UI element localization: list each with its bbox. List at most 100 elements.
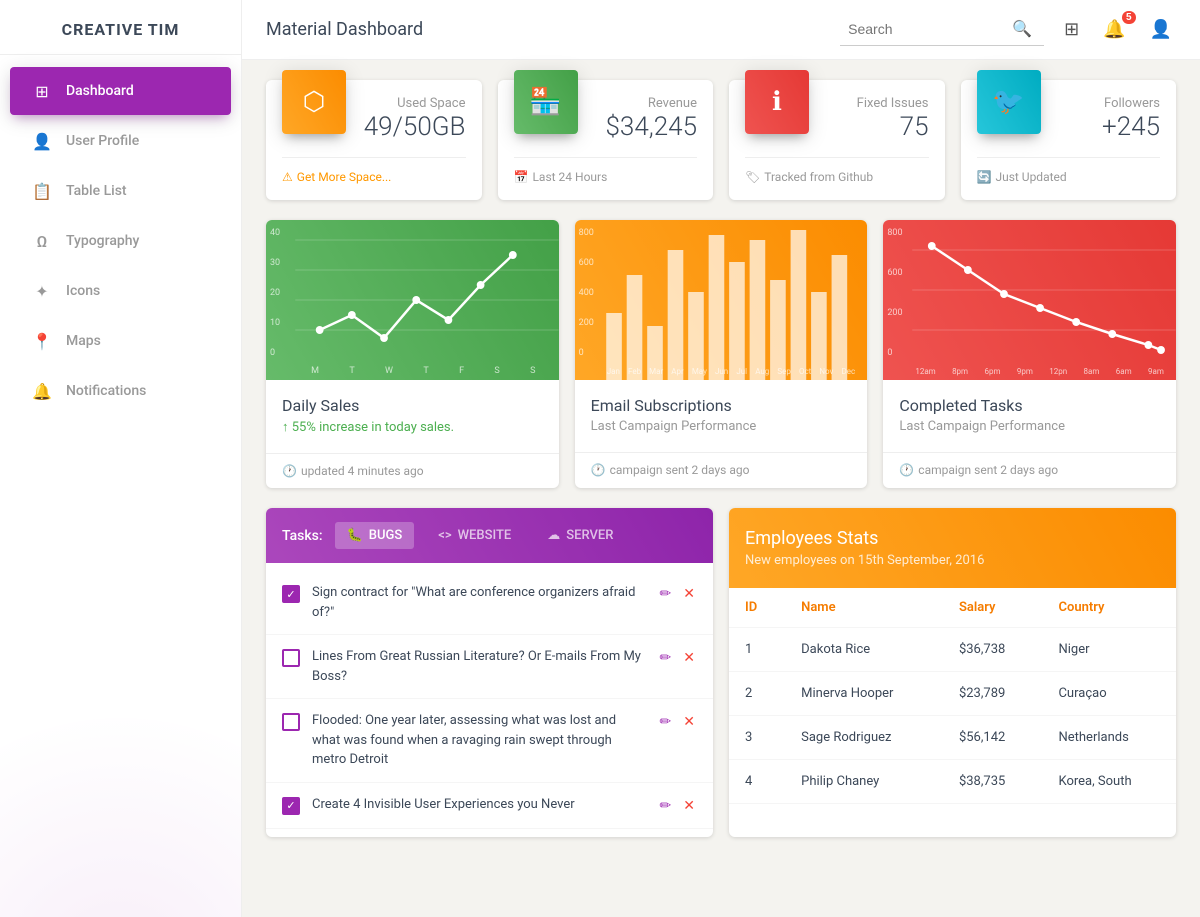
refresh-icon: 🔄 <box>977 170 992 184</box>
fixed-issues-label: Fixed Issues <box>825 96 929 111</box>
revenue-value: $34,245 <box>594 111 698 145</box>
task-checkbox-4[interactable] <box>282 797 300 815</box>
sidebar-item-maps[interactable]: 📍 Maps <box>10 317 231 365</box>
chart-email-subscriptions: 8006004002000 <box>575 220 868 488</box>
fixed-issues-icon-box: ℹ <box>745 70 809 134</box>
clock-icon-email: 🕐 <box>591 463 606 477</box>
chart-daily-sales: 403020100 <box>266 220 559 488</box>
table-row: 3Sage Rodriguez$56,142Netherlands <box>729 716 1176 760</box>
clock-icon: 🕐 <box>282 464 297 478</box>
table-cell-name: Sage Rodriguez <box>785 716 943 760</box>
email-footer: 🕐 campaign sent 2 days ago <box>575 452 868 487</box>
task-delete-button-3[interactable]: ✕ <box>681 711 697 732</box>
tasks-chart-title: Completed Tasks <box>899 396 1160 415</box>
warning-icon: ⚠ <box>282 170 293 184</box>
table-row: 2Minerva Hooper$23,789Curaçao <box>729 672 1176 716</box>
task-delete-button-4[interactable]: ✕ <box>681 795 697 816</box>
daily-sales-svg <box>266 220 559 380</box>
website-label: WEBSITE <box>458 528 512 543</box>
table-cell-salary: $56,142 <box>943 716 1043 760</box>
table-cell-id: 3 <box>729 716 785 760</box>
used-space-footer-text: Get More Space... <box>297 170 392 184</box>
sidebar-item-notifications[interactable]: 🔔 Notifications <box>10 367 231 415</box>
task-delete-button-1[interactable]: ✕ <box>681 583 697 604</box>
task-checkbox-2[interactable] <box>282 649 300 667</box>
email-body: Email Subscriptions Last Campaign Perfor… <box>575 380 868 452</box>
daily-sales-chart-area: 403020100 <box>266 220 559 380</box>
notification-badge: 5 <box>1122 11 1136 24</box>
search-button[interactable]: 🔍 <box>1008 17 1036 41</box>
topbar-icons: ⊞ 🔔 5 👤 <box>1060 15 1176 44</box>
table-cell-country: Korea, South <box>1042 760 1176 804</box>
task-delete-button-2[interactable]: ✕ <box>681 647 697 668</box>
employees-subtitle: New employees on 15th September, 2016 <box>745 553 1160 568</box>
task-text-4: Create 4 Invisible User Experiences you … <box>312 795 646 815</box>
chart-cards: 403020100 <box>266 220 1176 488</box>
tasks-subtitle: Last Campaign Performance <box>899 419 1160 434</box>
sidebar-item-label: User Profile <box>66 133 139 149</box>
topbar: Material Dashboard 🔍 ⊞ 🔔 5 👤 <box>242 0 1200 60</box>
server-icon: ☁ <box>547 528 560 543</box>
task-edit-button-3[interactable]: ✏ <box>658 711 674 732</box>
tasks-tab-server[interactable]: ☁ SERVER <box>535 522 625 549</box>
task-edit-button-4[interactable]: ✏ <box>658 795 674 816</box>
calendar-icon: 📅 <box>514 170 529 184</box>
revenue-footer-text: Last 24 Hours <box>532 170 607 184</box>
sidebar-item-label: Typography <box>66 233 139 249</box>
website-icon: <> <box>438 528 451 543</box>
task-text-1: Sign contract for "What are conference o… <box>312 583 646 622</box>
stat-card-followers: 🐦 Followers +245 🔄 Just Updated <box>961 80 1177 200</box>
stat-content-followers: Followers +245 <box>1057 96 1161 145</box>
table-cell-salary: $23,789 <box>943 672 1043 716</box>
tasks-tab-website[interactable]: <> WEBSITE <box>426 522 523 549</box>
table-cell-salary: $38,735 <box>943 760 1043 804</box>
sidebar-item-label: Dashboard <box>66 83 134 99</box>
table-cell-country: Netherlands <box>1042 716 1176 760</box>
table-cell-salary: $36,738 <box>943 628 1043 672</box>
task-edit-button-2[interactable]: ✏ <box>658 647 674 668</box>
bugs-icon: 🐛 <box>347 528 363 543</box>
sidebar-item-table-list[interactable]: 📋 Table List <box>10 167 231 215</box>
revenue-label: Revenue <box>594 96 698 111</box>
search-input[interactable] <box>848 21 1008 37</box>
employees-title: Employees Stats <box>745 528 1160 549</box>
revenue-icon-box: 🏪 <box>514 70 578 134</box>
table-cell-name: Minerva Hooper <box>785 672 943 716</box>
notification-button[interactable]: 🔔 5 <box>1099 15 1129 44</box>
tag-icon: 🏷 <box>745 170 760 184</box>
sidebar-item-label: Maps <box>66 333 101 349</box>
daily-sales-x-labels: MTWTFSS <box>296 366 551 376</box>
sidebar-item-icons[interactable]: ✦ Icons <box>10 267 231 315</box>
email-x-labels: JanFebMarAprMayJunJulAugSepOctNovDec <box>603 367 860 376</box>
sidebar-item-typography[interactable]: Ω Typography <box>10 217 231 265</box>
tasks-header: Tasks: 🐛 BUGS <> WEBSITE ☁ SERVER <box>266 508 713 563</box>
table-cell-id: 1 <box>729 628 785 672</box>
col-name: Name <box>785 588 943 628</box>
task-actions-2: ✏ ✕ <box>658 647 697 668</box>
followers-footer: 🔄 Just Updated <box>977 157 1161 184</box>
task-edit-button-1[interactable]: ✏ <box>658 583 674 604</box>
content-area: ⬡ Used Space 49/50GB ⚠ Get More Space...… <box>242 60 1200 857</box>
col-id: ID <box>729 588 785 628</box>
stat-content-fixed-issues: Fixed Issues 75 <box>825 96 929 145</box>
tasks-footer-text: campaign sent 2 days ago <box>918 463 1058 477</box>
sidebar-item-user-profile[interactable]: 👤 User Profile <box>10 117 231 165</box>
sidebar-item-dashboard[interactable]: ⊞ Dashboard <box>10 67 231 115</box>
task-item: Sign contract for "What are conference o… <box>266 571 713 635</box>
task-checkbox-1[interactable] <box>282 585 300 603</box>
used-space-footer: ⚠ Get More Space... <box>282 157 466 184</box>
task-checkbox-3[interactable] <box>282 713 300 731</box>
followers-value: +245 <box>1057 111 1161 145</box>
tasks-list: Sign contract for "What are conference o… <box>266 563 713 837</box>
profile-button[interactable]: 👤 <box>1146 15 1176 44</box>
stat-card-revenue: 🏪 Revenue $34,245 📅 Last 24 Hours <box>498 80 714 200</box>
daily-sales-footer: 🕐 updated 4 minutes ago <box>266 453 559 488</box>
table-icon: 📋 <box>30 179 54 203</box>
task-actions-1: ✏ ✕ <box>658 583 697 604</box>
employees-card: Employees Stats New employees on 15th Se… <box>729 508 1176 837</box>
tasks-tab-bugs[interactable]: 🐛 BUGS <box>335 522 415 549</box>
twitter-icon: 🐦 <box>992 87 1024 117</box>
task-text-3: Flooded: One year later, assessing what … <box>312 711 646 770</box>
employees-header: Employees Stats New employees on 15th Se… <box>729 508 1176 588</box>
grid-button[interactable]: ⊞ <box>1060 15 1083 44</box>
